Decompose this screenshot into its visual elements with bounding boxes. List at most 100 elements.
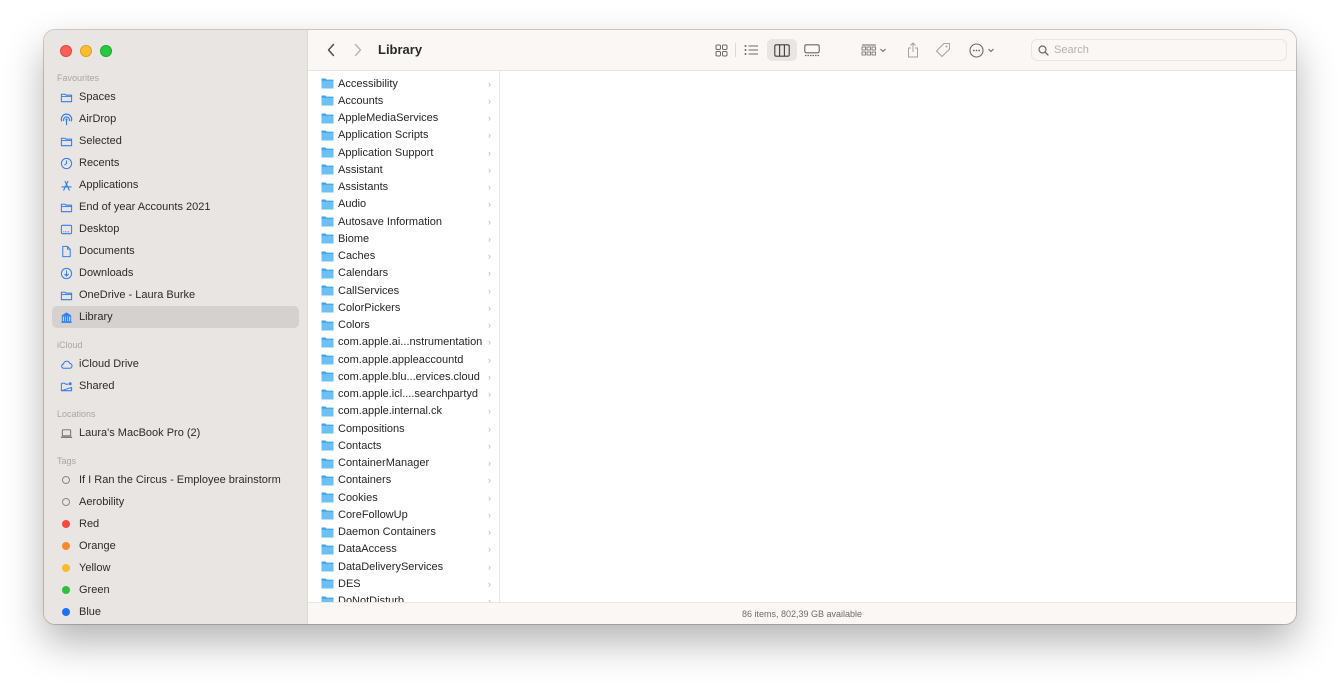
folder-row[interactable]: DataAccess › [308, 541, 499, 558]
folder-icon [321, 113, 334, 124]
sidebar: Favourites Spaces AirDrop Selected Recents Ap… [44, 30, 308, 624]
sidebar-item-green[interactable]: Green [52, 579, 299, 601]
folder-row[interactable]: CoreFollowUp › [308, 506, 499, 523]
folder-row[interactable]: DoNotDisturb › [308, 593, 499, 602]
folder-icon [321, 509, 334, 520]
sidebar-item-documents[interactable]: Documents [52, 240, 299, 262]
sidebar-item-if-i-ran-the-circus-employee-brainstorm[interactable]: If I Ran the Circus - Employee brainstor… [52, 469, 299, 491]
close-button[interactable] [60, 45, 72, 57]
minimize-button[interactable] [80, 45, 92, 57]
folder-row[interactable]: Cookies › [308, 489, 499, 506]
folder-name: Colors [338, 319, 370, 332]
group-button[interactable] [860, 39, 890, 61]
sidebar-item-selected[interactable]: Selected [52, 130, 299, 152]
list-view-button[interactable] [742, 39, 760, 61]
sidebar-item-label: Laura's MacBook Pro (2) [79, 427, 201, 439]
folder-row[interactable]: Caches › [308, 248, 499, 265]
folder-icon [321, 164, 334, 175]
sidebar-item-desktop[interactable]: Desktop [52, 218, 299, 240]
tag-dot-icon [62, 608, 70, 616]
sidebar-item-onedrive-laura-burke[interactable]: OneDrive - Laura Burke [52, 284, 299, 306]
sidebar-item-label: Desktop [79, 223, 120, 235]
sidebar-item-airdrop[interactable]: AirDrop [52, 108, 299, 130]
sidebar-item-applications[interactable]: Applications [52, 174, 299, 196]
sidebar-item-spaces[interactable]: Spaces [52, 86, 299, 108]
folder-row[interactable]: Biome › [308, 230, 499, 247]
folder-row[interactable]: ColorPickers › [308, 299, 499, 316]
sidebar-section-icloud: iCloud [57, 340, 83, 350]
sidebar-item-yellow[interactable]: Yellow [52, 557, 299, 579]
more-actions-button[interactable] [968, 39, 998, 61]
share-button[interactable] [905, 39, 921, 61]
sidebar-item-end-of-year-accounts-2021[interactable]: End of year Accounts 2021 [52, 196, 299, 218]
folder-row[interactable]: DataDeliveryServices › [308, 558, 499, 575]
search-icon [1038, 44, 1049, 56]
sidebar-item-label: Blue [79, 606, 102, 618]
folder-row[interactable]: Assistants › [308, 179, 499, 196]
folder-icon [321, 285, 334, 296]
sidebar-item-downloads[interactable]: Downloads [52, 262, 299, 284]
tag-color-icon [59, 583, 73, 597]
forward-button[interactable] [349, 41, 367, 59]
folder-name: Assistant [338, 163, 383, 176]
sidebar-item-shared[interactable]: Shared [52, 375, 299, 397]
zoom-button[interactable] [100, 45, 112, 57]
folder-row[interactable]: Compositions › [308, 420, 499, 437]
folder-row[interactable]: com.apple.ai...nstrumentation › [308, 334, 499, 351]
folder-row[interactable]: CallServices › [308, 282, 499, 299]
sidebar-item-blue[interactable]: Blue [52, 601, 299, 623]
sidebar-item-aerobility[interactable]: Aerobility [52, 491, 299, 513]
search-field[interactable] [1031, 39, 1287, 61]
folder-row[interactable]: Autosave Information › [308, 213, 499, 230]
sidebar-item-red[interactable]: Red [52, 513, 299, 535]
folder-icon [321, 337, 334, 348]
folder-row[interactable]: Contacts › [308, 437, 499, 454]
column-view-button[interactable] [767, 39, 797, 61]
folder-row[interactable]: Application Scripts › [308, 127, 499, 144]
back-button[interactable] [322, 41, 340, 59]
folder-row[interactable]: Application Support › [308, 144, 499, 161]
chevron-right-icon: › [488, 578, 491, 589]
chevron-right-icon: › [488, 561, 491, 572]
folder-row[interactable]: Daemon Containers › [308, 524, 499, 541]
chevron-right-icon: › [488, 475, 491, 486]
folder-row[interactable]: Audio › [308, 196, 499, 213]
folder-row[interactable]: Containers › [308, 472, 499, 489]
folder-row[interactable]: DES › [308, 575, 499, 592]
folder-row[interactable]: Accessibility › [308, 75, 499, 92]
folder-row[interactable]: com.apple.internal.ck › [308, 403, 499, 420]
sidebar-item-icloud-drive[interactable]: iCloud Drive [52, 353, 299, 375]
sidebar-item-laura-s-macbook-pro-2[interactable]: Laura's MacBook Pro (2) [52, 422, 299, 444]
sidebar-item-label: Selected [79, 135, 122, 147]
folder-name: Caches [338, 250, 376, 263]
sidebar-item-recents[interactable]: Recents [52, 152, 299, 174]
folder-row[interactable]: Assistant › [308, 161, 499, 178]
folder-row[interactable]: Calendars › [308, 265, 499, 282]
folder-row[interactable]: com.apple.icl....searchpartyd › [308, 386, 499, 403]
airdrop-icon [59, 112, 73, 126]
columns-icon [774, 43, 790, 57]
library-column[interactable]: Accessibility › Accounts › AppleMediaService… [308, 71, 500, 602]
folder-name: Application Support [338, 146, 434, 159]
icon-view-button[interactable] [712, 39, 730, 61]
folder-name: com.apple.ai...nstrumentation [338, 336, 483, 349]
sidebar-item-label: If I Ran the Circus - Employee brainstor… [79, 474, 281, 486]
folder-row[interactable]: ContainerManager › [308, 455, 499, 472]
folder-row[interactable]: AppleMediaServices › [308, 110, 499, 127]
empty-column-area [501, 71, 1296, 602]
sidebar-item-label: Library [79, 311, 113, 323]
search-input[interactable] [1054, 44, 1274, 56]
sidebar-item-orange[interactable]: Orange [52, 535, 299, 557]
folder-name: Compositions [338, 422, 405, 435]
folder-row[interactable]: com.apple.blu...ervices.cloud › [308, 368, 499, 385]
tag-button[interactable] [934, 39, 952, 61]
gallery-view-button[interactable] [802, 39, 822, 61]
folder-icon [321, 182, 334, 193]
folder-row[interactable]: Colors › [308, 317, 499, 334]
folder-row[interactable]: Accounts › [308, 92, 499, 109]
sidebar-item-library[interactable]: Library [52, 306, 299, 328]
folder-row[interactable]: com.apple.appleaccountd › [308, 351, 499, 368]
chevron-right-icon: › [488, 285, 491, 296]
folder-icon [321, 302, 334, 313]
chevron-right-icon: › [488, 164, 491, 175]
